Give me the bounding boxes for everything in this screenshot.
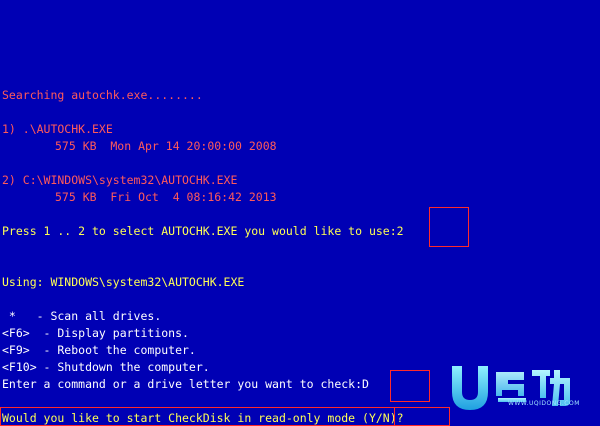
readonly-prompt-highlight [0,407,450,426]
console-screen: Searching autochk.exe........ 1) .\AUTOC… [0,0,600,426]
drive-prompt: Enter a command or a drive letter you wa… [2,378,369,391]
select-answer-highlight [429,207,469,247]
searching-line: Searching autochk.exe........ [2,88,203,102]
select-prompt-text: Press 1 .. 2 to select AUTOCHK.EXE you w… [2,224,397,238]
menu-item-reboot: <F9> - Reboot the computer. [2,343,196,357]
drive-answer-highlight [390,370,430,402]
option-2-path: 2) C:\WINDOWS\system32\AUTOCHK.EXE [2,173,238,187]
menu-item-display-partitions: <F6> - Display partitions. [2,326,189,340]
readonly-choice-highlight [394,407,450,426]
using-line: Using: WINDOWS\system32\AUTOCHK.EXE [2,275,245,289]
option-1-info: 575 KB Mon Apr 14 20:00:00 2008 [55,139,277,153]
logo-url-text: WWW.UQIDONG.COM [508,400,580,407]
drive-prompt-text: Enter a command or a drive letter you wa… [2,377,363,391]
option-1-path: 1) .\AUTOCHK.EXE [2,122,113,136]
option-2-info: 575 KB Fri Oct 4 08:16:42 2013 [55,190,277,204]
select-prompt: Press 1 .. 2 to select AUTOCHK.EXE you w… [2,225,404,238]
select-answer[interactable]: 2 [397,224,404,238]
drive-answer[interactable]: D [362,377,369,391]
menu-item-shutdown: <F10> - Shutdown the computer. [2,360,210,374]
menu-item-scan-all: * - Scan all drives. [2,309,162,323]
